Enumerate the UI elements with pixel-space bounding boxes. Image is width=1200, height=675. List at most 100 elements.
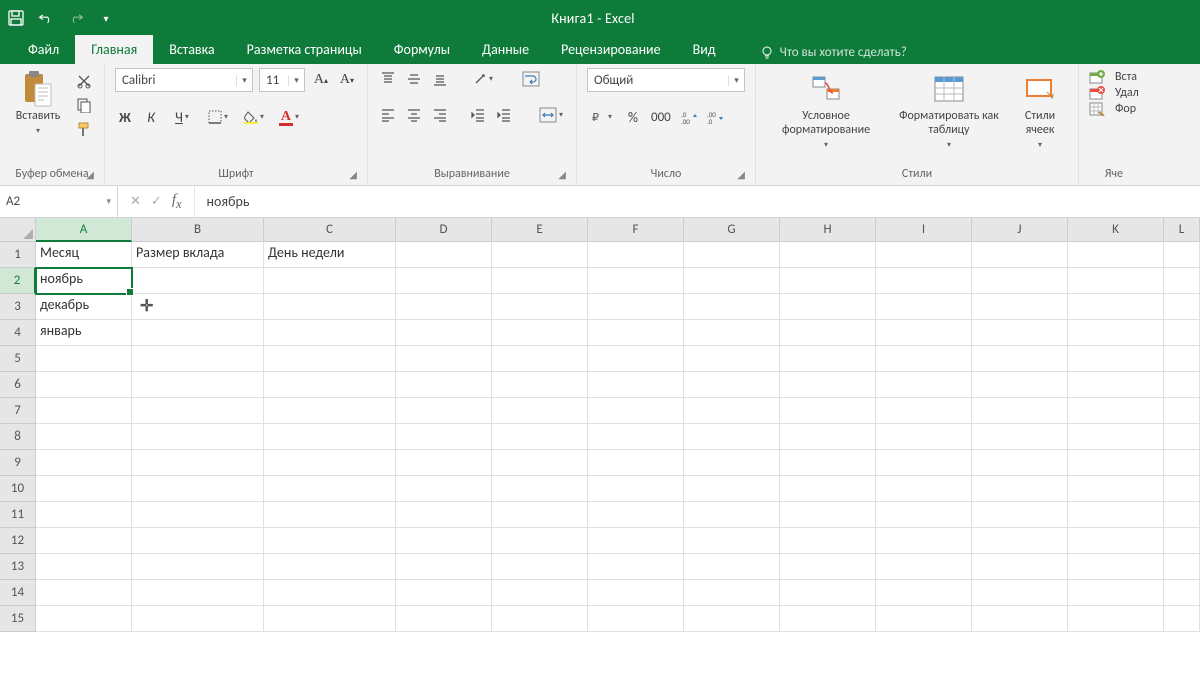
cell-C12[interactable] [264, 528, 396, 554]
cell-B13[interactable] [132, 554, 264, 580]
cell-B10[interactable] [132, 476, 264, 502]
cell-G7[interactable] [684, 398, 780, 424]
cell-E13[interactable] [492, 554, 588, 580]
cell-J5[interactable] [972, 346, 1068, 372]
cell-C10[interactable] [264, 476, 396, 502]
col-header-L[interactable]: L [1164, 218, 1200, 242]
row-header-7[interactable]: 7 [0, 398, 36, 424]
cell-D8[interactable] [396, 424, 492, 450]
font-name-combo[interactable]: Calibri▾ [115, 68, 253, 92]
cell-K3[interactable] [1068, 294, 1164, 320]
cell-D7[interactable] [396, 398, 492, 424]
row-header-6[interactable]: 6 [0, 372, 36, 398]
conditional-formatting-button[interactable]: Условное форматирование▾ [766, 68, 886, 150]
cell-D3[interactable] [396, 294, 492, 320]
cell-A8[interactable] [36, 424, 132, 450]
cell-E14[interactable] [492, 580, 588, 606]
cell-A7[interactable] [36, 398, 132, 424]
cell-C7[interactable] [264, 398, 396, 424]
font-launcher-icon[interactable]: ◢ [349, 168, 357, 181]
cell-B14[interactable] [132, 580, 264, 606]
cell-G1[interactable] [684, 242, 780, 268]
font-size-combo[interactable]: 11▾ [259, 68, 305, 92]
cell-A9[interactable] [36, 450, 132, 476]
cell-F1[interactable] [588, 242, 684, 268]
tell-me-search[interactable]: Что вы хотите сделать? [752, 41, 915, 64]
cell-G9[interactable] [684, 450, 780, 476]
cells-format-button[interactable]: Фор [1089, 102, 1136, 116]
cell-F4[interactable] [588, 320, 684, 346]
cell-L12[interactable] [1164, 528, 1200, 554]
cell-E2[interactable] [492, 268, 588, 294]
cell-E3[interactable] [492, 294, 588, 320]
cell-E9[interactable] [492, 450, 588, 476]
col-header-J[interactable]: J [972, 218, 1068, 242]
fill-color-icon[interactable]: ▾ [239, 106, 269, 128]
cell-L5[interactable] [1164, 346, 1200, 372]
number-format-combo[interactable]: Общий▾ [587, 68, 745, 92]
cell-H13[interactable] [780, 554, 876, 580]
tab-file[interactable]: Файл [12, 35, 75, 64]
cell-L2[interactable] [1164, 268, 1200, 294]
cell-H2[interactable] [780, 268, 876, 294]
cell-I2[interactable] [876, 268, 972, 294]
cell-J10[interactable] [972, 476, 1068, 502]
save-icon[interactable] [8, 10, 24, 26]
cell-E5[interactable] [492, 346, 588, 372]
cell-E10[interactable] [492, 476, 588, 502]
cell-J7[interactable] [972, 398, 1068, 424]
cell-H7[interactable] [780, 398, 876, 424]
row-header-4[interactable]: 4 [0, 320, 36, 346]
borders-icon[interactable]: ▾ [203, 106, 233, 128]
cell-G11[interactable] [684, 502, 780, 528]
wrap-text-icon[interactable] [520, 68, 542, 90]
cell-K6[interactable] [1068, 372, 1164, 398]
cell-L4[interactable] [1164, 320, 1200, 346]
align-left-icon[interactable] [378, 104, 398, 126]
cell-F11[interactable] [588, 502, 684, 528]
cell-H1[interactable] [780, 242, 876, 268]
cell-I11[interactable] [876, 502, 972, 528]
cell-I10[interactable] [876, 476, 972, 502]
cell-A12[interactable] [36, 528, 132, 554]
cell-H4[interactable] [780, 320, 876, 346]
cell-A4[interactable]: январь [36, 320, 132, 346]
cell-L15[interactable] [1164, 606, 1200, 632]
cell-G5[interactable] [684, 346, 780, 372]
cell-J13[interactable] [972, 554, 1068, 580]
cell-F14[interactable] [588, 580, 684, 606]
cell-K1[interactable] [1068, 242, 1164, 268]
cell-D12[interactable] [396, 528, 492, 554]
clipboard-launcher-icon[interactable]: ◢ [86, 168, 94, 181]
cell-K13[interactable] [1068, 554, 1164, 580]
cell-I6[interactable] [876, 372, 972, 398]
cell-C15[interactable] [264, 606, 396, 632]
cell-D13[interactable] [396, 554, 492, 580]
cell-L11[interactable] [1164, 502, 1200, 528]
redo-icon[interactable] [68, 10, 84, 26]
cell-I8[interactable] [876, 424, 972, 450]
cell-J11[interactable] [972, 502, 1068, 528]
paste-button[interactable]: Вставить ▾ [10, 68, 66, 136]
cell-L6[interactable] [1164, 372, 1200, 398]
cell-J14[interactable] [972, 580, 1068, 606]
cell-E8[interactable] [492, 424, 588, 450]
row-header-3[interactable]: 3 [0, 294, 36, 320]
cell-I15[interactable] [876, 606, 972, 632]
cell-E12[interactable] [492, 528, 588, 554]
cell-E7[interactable] [492, 398, 588, 424]
cell-B9[interactable] [132, 450, 264, 476]
cell-D10[interactable] [396, 476, 492, 502]
cell-B1[interactable]: Размер вклада [132, 242, 264, 268]
col-header-F[interactable]: F [588, 218, 684, 242]
cell-I5[interactable] [876, 346, 972, 372]
cell-K2[interactable] [1068, 268, 1164, 294]
cell-B5[interactable] [132, 346, 264, 372]
cell-F8[interactable] [588, 424, 684, 450]
cell-L10[interactable] [1164, 476, 1200, 502]
cell-H9[interactable] [780, 450, 876, 476]
cell-H3[interactable] [780, 294, 876, 320]
row-header-1[interactable]: 1 [0, 242, 36, 268]
cell-K14[interactable] [1068, 580, 1164, 606]
cell-J9[interactable] [972, 450, 1068, 476]
